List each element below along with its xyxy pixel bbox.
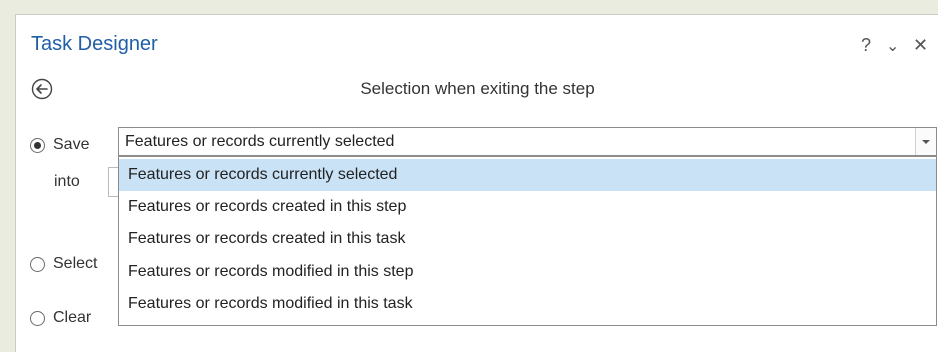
combobox-value: Features or records currently selected xyxy=(125,133,395,150)
pane-title: Task Designer xyxy=(31,33,158,55)
close-button[interactable]: ✕ xyxy=(913,35,928,55)
save-radio[interactable] xyxy=(30,138,45,153)
chevron-down-icon xyxy=(922,140,930,144)
dropdown-option[interactable]: Features or records created in this step xyxy=(119,191,936,223)
options-chevron-icon[interactable]: ⌄ xyxy=(886,37,899,57)
into-field-edge[interactable] xyxy=(108,167,118,197)
select-label: Select xyxy=(53,255,98,272)
save-selection-combobox[interactable]: Features or records currently selected xyxy=(118,127,937,156)
combobox-dropdown-list: Features or records currently selected F… xyxy=(118,156,937,326)
dropdown-option[interactable]: Features or records modified in this ste… xyxy=(119,256,936,288)
clear-label: Clear xyxy=(53,309,92,326)
help-button[interactable]: ? xyxy=(861,35,871,55)
save-label: Save xyxy=(53,136,90,153)
select-radio[interactable] xyxy=(30,257,45,272)
combobox-dropdown-button[interactable] xyxy=(915,128,936,155)
clear-radio[interactable] xyxy=(30,311,45,326)
task-designer-pane: Task Designer ? ⌄ ✕ Selection when exiti… xyxy=(15,14,938,352)
dropdown-option[interactable]: Features or records created in this task xyxy=(119,223,936,255)
step-subtitle: Selection when exiting the step xyxy=(360,79,595,98)
dropdown-option[interactable]: Features or records modified in this tas… xyxy=(119,288,936,320)
into-label: into xyxy=(54,173,80,190)
dropdown-option[interactable]: Features or records currently selected xyxy=(119,159,936,191)
